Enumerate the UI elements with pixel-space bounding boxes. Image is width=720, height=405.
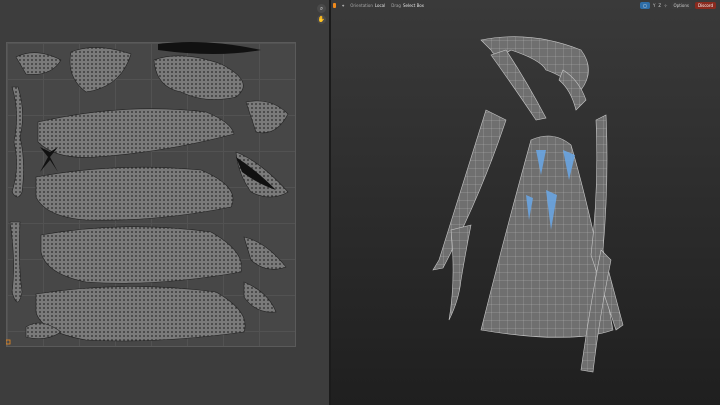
axis-gizmo-icon[interactable]: ⊹ xyxy=(664,3,667,8)
model-wireframe[interactable] xyxy=(331,0,720,405)
overlay-button[interactable]: Discord xyxy=(694,1,716,9)
options-button[interactable]: Options xyxy=(670,1,692,9)
drag-label: Drag xyxy=(391,2,401,8)
x-ray-icon[interactable]: ▢ xyxy=(640,1,650,9)
orientation-selector[interactable]: Orientation Local xyxy=(350,3,385,8)
orientation-label: Orientation xyxy=(350,2,373,8)
navigation-tools: ⌕ ✋ xyxy=(317,4,327,26)
pan-icon[interactable]: ✋ xyxy=(317,15,326,24)
uv-islands[interactable] xyxy=(6,42,294,345)
drag-value: Select Box xyxy=(402,2,424,8)
orange-mode-button[interactable] xyxy=(333,2,336,8)
orientation-value: Local xyxy=(374,2,386,8)
axis-y-label: Y xyxy=(652,2,656,8)
zoom-icon[interactable]: ⌕ xyxy=(317,4,326,13)
move-icon[interactable]: ⌖ xyxy=(342,3,344,8)
axis-z-label: Z xyxy=(658,2,662,8)
viewport-header-right: ▢ Y Z ⊹ Options Discord xyxy=(640,0,716,10)
drag-selector[interactable]: Drag Select Box xyxy=(391,3,424,8)
